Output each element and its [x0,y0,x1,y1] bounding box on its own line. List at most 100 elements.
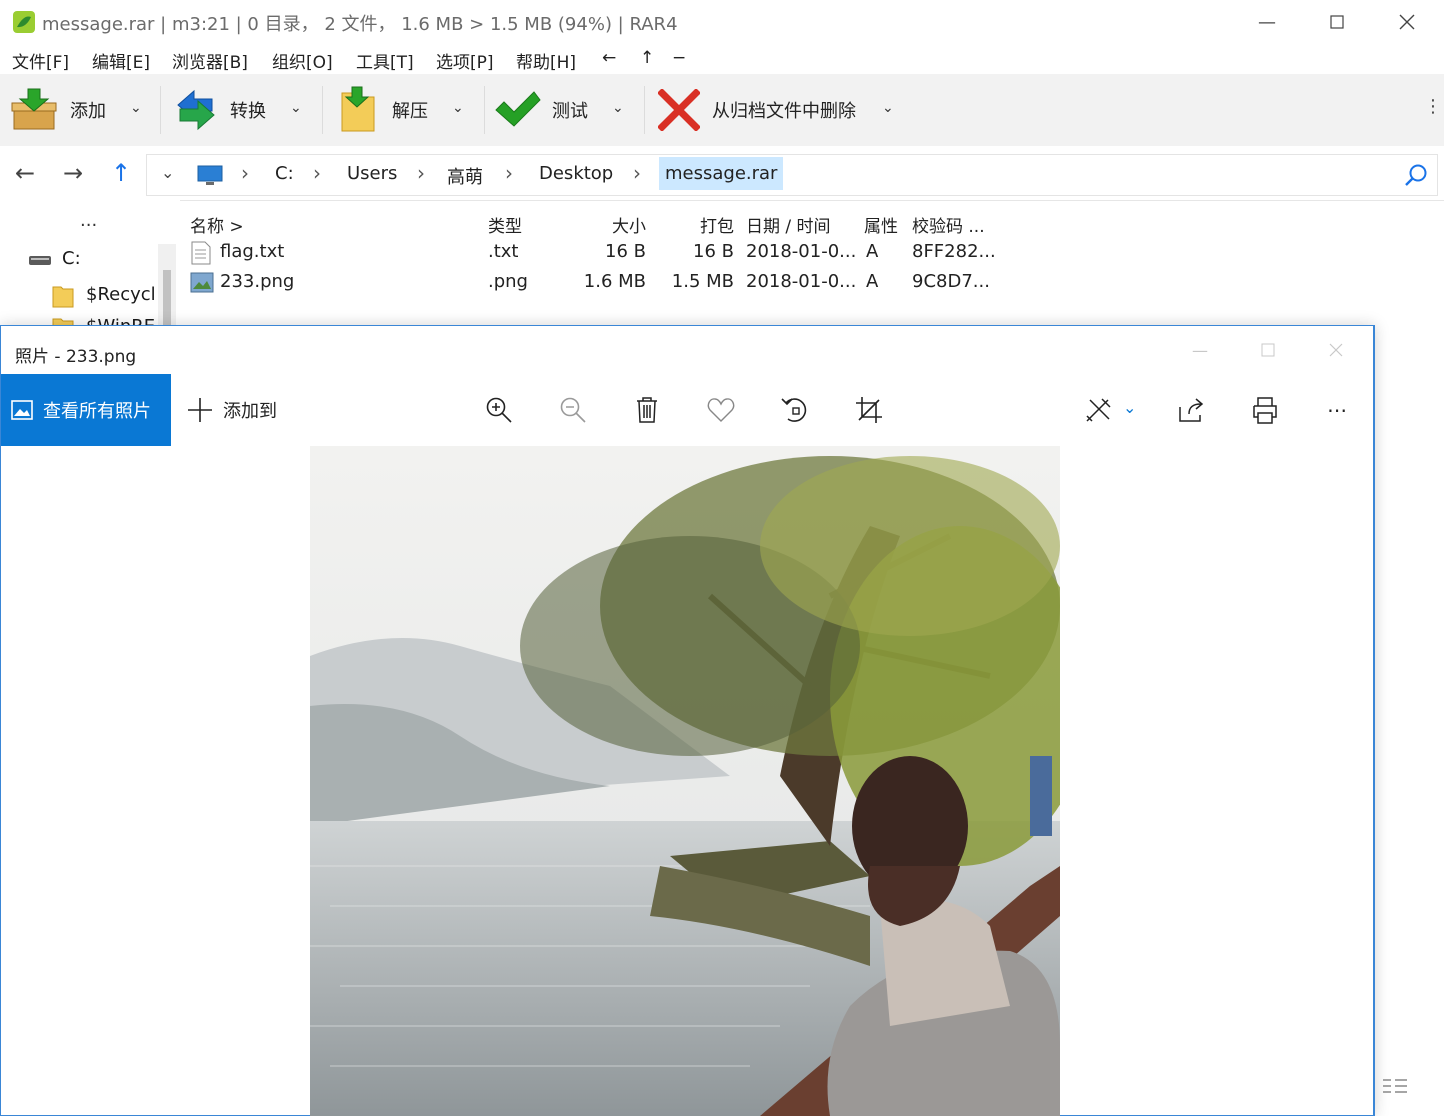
col-type[interactable]: 类型 [488,212,522,237]
plus-icon [188,398,212,422]
tree-scrollbar-thumb[interactable] [163,270,171,330]
extract-button[interactable]: 解压 [338,84,428,136]
tree-more[interactable]: ... [80,210,97,231]
toolbar-separator [160,86,161,134]
print-button[interactable] [1249,394,1281,426]
zoom-in-icon [486,397,512,423]
extract-label: 解压 [392,101,428,122]
table-row[interactable]: 233.png .png 1.6 MB 1.5 MB 2018-01-0... … [182,268,1002,298]
crumb-drive[interactable]: C: [275,163,294,184]
tree-drive-label[interactable]: C: [62,248,81,269]
file-date: 2018-01-0... [746,241,857,262]
file-attr: A [866,271,879,292]
file-checksum: 8FF282... [912,241,996,262]
col-packed[interactable]: 打包 [672,212,734,237]
rar-toolbar: 添加 ⌄ 转换 ⌄ 解压 ⌄ 测试 ⌄ 从归档文件中删除 ⌄ ⋮ [0,74,1444,146]
more-icon: ⋯ [1327,398,1347,422]
col-name[interactable]: 名称 > [190,212,244,237]
maximize-button[interactable] [1302,0,1372,44]
menu-edit[interactable]: 编辑[E] [92,48,150,73]
checkmark-icon [495,91,541,127]
add-dropdown-icon[interactable]: ⌄ [130,100,142,116]
extract-dropdown-icon[interactable]: ⌄ [452,100,464,116]
delete-button[interactable]: 从归档文件中删除 [658,84,856,136]
crumb-desktop[interactable]: Desktop [539,163,613,184]
edit-create-button[interactable] [1083,394,1115,426]
menu-back-arrow[interactable]: ← [602,48,616,68]
view-all-photos-button[interactable]: 查看所有照片 [1,374,171,446]
test-dropdown-icon[interactable]: ⌄ [612,100,624,116]
add-to-label: 添加到 [223,401,277,422]
file-type: .txt [488,241,519,262]
table-row[interactable]: flag.txt .txt 16 B 16 B 2018-01-0... A 8… [182,238,1002,268]
photo-gallery-icon [11,400,33,420]
photos-minimize-button[interactable]: — [1165,330,1235,370]
path-separator-icon: › [241,161,249,185]
delete-photo-button[interactable] [631,394,663,426]
minimize-button[interactable]: — [1232,0,1302,44]
menu-up-arrow[interactable]: ↑ [640,48,654,68]
trash-icon [637,397,657,423]
up-arrow-icon[interactable]: ↑ [106,158,136,188]
menu-tools[interactable]: 工具[T] [356,48,414,73]
favorite-button[interactable] [705,394,737,426]
photos-window: 照片 - 233.png — 查看所有照片 添加到 ⌄ ⋯ [0,325,1407,1116]
filmstrip-icon[interactable] [1381,1076,1409,1098]
path-separator-icon: › [417,161,425,185]
col-size[interactable]: 大小 [586,212,646,237]
convert-dropdown-icon[interactable]: ⌄ [290,100,302,116]
folder-icon [52,286,74,308]
menu-options[interactable]: 选项[P] [436,48,494,73]
crumb-archive[interactable]: message.rar [659,157,784,190]
toolbar-separator [644,86,645,134]
search-icon[interactable] [1403,163,1429,189]
zoom-in-button[interactable] [483,394,515,426]
add-button[interactable]: 添加 [10,84,106,136]
tree-item-label: $Recycle [86,284,156,305]
close-icon [1329,343,1343,357]
back-arrow-icon[interactable]: ← [10,158,40,188]
photos-title: 照片 - 233.png [15,347,137,367]
col-attr[interactable]: 属性 [864,212,898,237]
convert-button[interactable]: 转换 [174,84,266,136]
more-options-button[interactable]: ⋯ [1321,394,1353,426]
rar-app-icon [13,11,35,33]
file-name: flag.txt [220,241,285,262]
crumb-users[interactable]: Users [347,163,397,184]
col-checksum[interactable]: 校验码 ... [912,212,985,237]
window-title: message.rar | m3:21 | 0 目录， 2 文件， 1.6 MB… [42,14,678,35]
path-separator-icon: › [633,161,641,185]
menu-help[interactable]: 帮助[H] [516,48,576,73]
zoom-out-icon [560,397,586,423]
extract-folder-icon [341,86,375,132]
rar-title-bar[interactable]: message.rar | m3:21 | 0 目录， 2 文件， 1.6 MB… [0,0,1444,44]
delete-dropdown-icon[interactable]: ⌄ [882,100,894,116]
crop-button[interactable] [853,394,885,426]
photos-maximize-button[interactable] [1233,330,1303,370]
path-box[interactable]: ⌄ › C: › Users › 高萌 › Desktop › message.… [146,154,1438,196]
forward-arrow-icon[interactable]: → [58,158,88,188]
add-to-button[interactable]: 添加到 [187,374,277,446]
menu-file[interactable]: 文件[F] [12,48,69,73]
col-date[interactable]: 日期 / 时间 [746,212,831,237]
close-button[interactable] [1372,0,1442,44]
test-button[interactable]: 测试 [494,84,588,136]
toolbar-overflow-icon[interactable]: ⋮ [1424,96,1442,117]
menu-organize[interactable]: 组织[O] [272,48,333,73]
maximize-icon [1261,343,1275,357]
rotate-button[interactable] [779,394,811,426]
file-checksum: 9C8D7... [912,271,990,292]
edit-dropdown-chevron-icon[interactable]: ⌄ [1123,398,1136,417]
tree-item-recycle[interactable]: $Recycle [52,282,156,312]
menu-bar: 文件[F] 编辑[E] 浏览器[B] 组织[O] 工具[T] 选项[P] 帮助[… [0,44,1444,74]
file-list: 名称 > 类型 大小 打包 日期 / 时间 属性 校验码 ... flag.tx… [182,200,1444,330]
path-history-chevron-icon[interactable]: ⌄ [161,163,174,182]
photos-close-button[interactable] [1301,330,1371,370]
crumb-user[interactable]: 高萌 [447,163,483,189]
zoom-out-button[interactable] [557,394,589,426]
share-button[interactable] [1175,394,1207,426]
edit-create-icon [1086,398,1111,422]
menu-minus[interactable]: − [672,48,686,68]
menu-browser[interactable]: 浏览器[B] [172,48,248,73]
test-label: 测试 [552,101,588,122]
